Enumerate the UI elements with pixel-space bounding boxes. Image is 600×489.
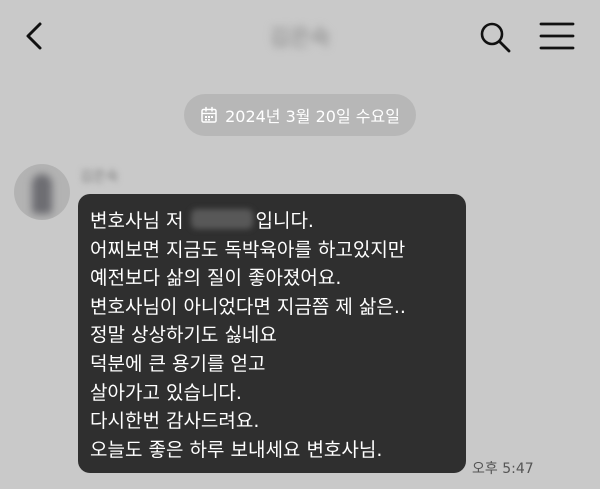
avatar-image: [32, 174, 52, 214]
message-bubble[interactable]: 변호사님 저 입니다. 어찌보면 지금도 독박육아를 하고있지만 예전보다 삶의…: [78, 194, 466, 473]
search-icon[interactable]: [478, 20, 512, 54]
message-line: 덕분에 큰 용기를 얻고: [90, 352, 266, 375]
message-line: 정말 상상하기도 싫네요: [90, 324, 277, 347]
message-text: 입니다.: [255, 210, 314, 232]
message-line: 오늘도 좋은 하루 보내세요 변호사님.: [90, 438, 383, 461]
hamburger-menu-icon[interactable]: [538, 20, 576, 52]
message-line: 변호사님 저 입니다.: [90, 207, 454, 236]
avatar[interactable]: [14, 164, 70, 220]
calendar-icon: [201, 106, 217, 123]
redacted-name: [191, 209, 254, 229]
message-line: 어찌보면 지금도 독박육아를 하고있지만: [90, 238, 406, 261]
message-line: 변호사님이 아니었다면 지금쯤 제 삶은..: [90, 295, 406, 318]
message-line: 예전보다 삶의 질이 좋아졌어요.: [90, 267, 342, 290]
message-line: 살아가고 있습니다.: [90, 381, 242, 404]
date-divider: 2024년 3월 20일 수요일: [184, 94, 416, 136]
message-line: 다시한번 감사드려요.: [90, 410, 260, 433]
sender-name: 김은숙: [80, 169, 119, 185]
message-time: 오후 5:47: [472, 461, 534, 477]
date-text: 2024년 3월 20일 수요일: [225, 107, 400, 126]
message-text: 변호사님 저: [90, 210, 190, 232]
chat-header: 김은숙: [0, 0, 600, 72]
